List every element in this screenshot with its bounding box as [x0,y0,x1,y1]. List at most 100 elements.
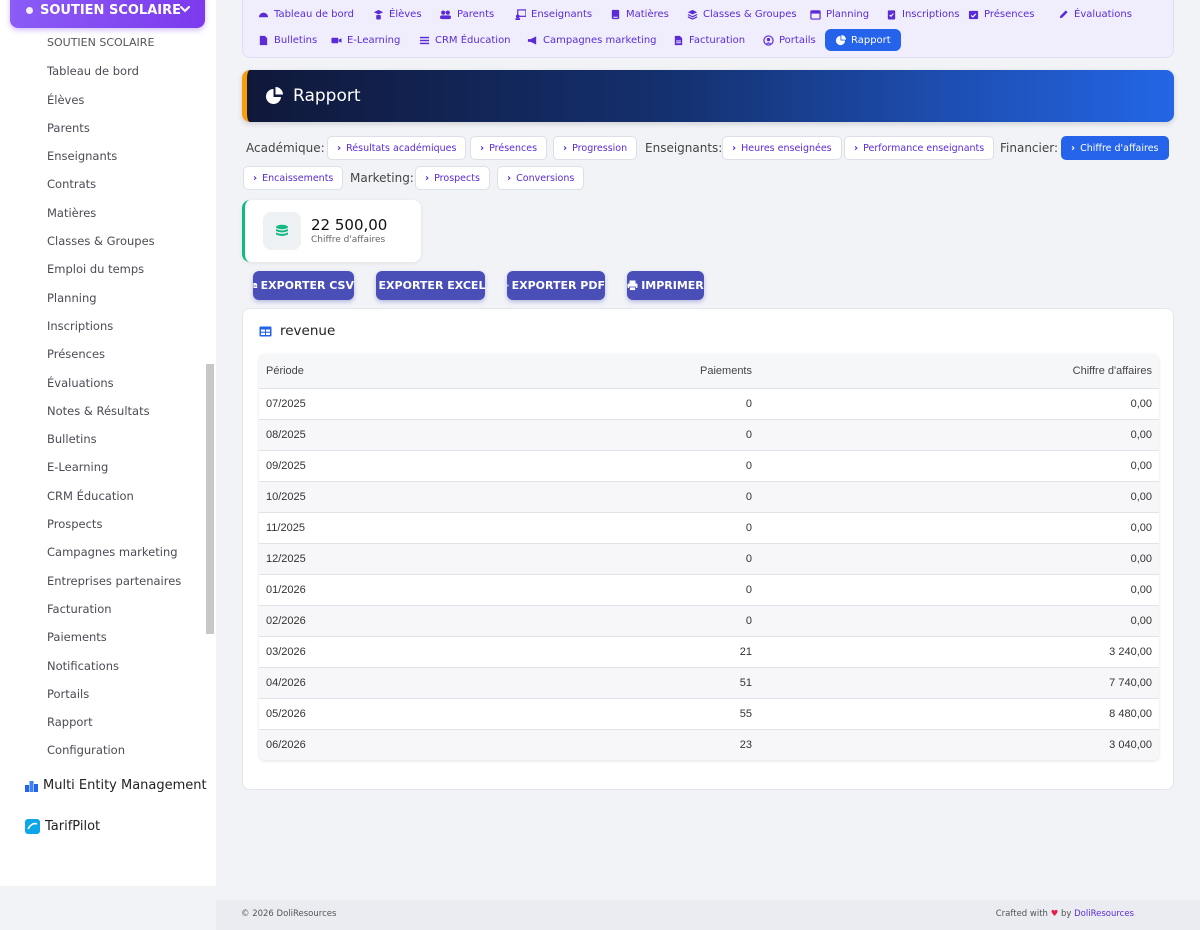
footer-brand-link[interactable]: DoliResources [1074,909,1134,919]
sidebar-item[interactable]: Enseignants [47,142,181,170]
filter-prospects[interactable]: › Prospects [415,166,490,190]
stat-label: Chiffre d'affaires [311,235,386,245]
export-csv-button[interactable]: EXPORTER CSV [253,271,354,300]
cell-paiements: 0 [559,512,759,544]
cell-paiements: 0 [559,543,759,575]
export-excel-button[interactable]: EXPORTER EXCEL [376,271,485,300]
sidebar-item[interactable]: Parents [47,114,181,142]
sidebar-item[interactable]: Matières [47,199,181,227]
sidebar-item[interactable]: Contrats [47,170,181,198]
cell-periode: 03/2026 [259,636,559,668]
table-row: 08/2025 0 0,00 [259,419,1159,451]
sidebar-item[interactable]: E-Learning [47,453,181,481]
chevron-right-icon: › [253,172,258,184]
cell-chiffre-affaires: 0,00 [759,450,1159,482]
sidebar-item[interactable]: Notes & Résultats [47,397,181,425]
sidebar-item[interactable]: Facturation [47,595,181,623]
nav-enseignants[interactable]: Enseignants [515,3,592,25]
filter-heures-enseignees[interactable]: › Heures enseignées [722,136,842,160]
nav-inscriptions[interactable]: Inscriptions [886,3,960,25]
column-paiements[interactable]: Paiements [559,354,759,389]
cell-periode: 01/2026 [259,574,559,606]
nav-presences[interactable]: Présences [968,3,1034,25]
sidebar-item[interactable]: Prospects [47,510,181,538]
table-row: 11/2025 0 0,00 [259,512,1159,544]
sidebar-item[interactable]: Classes & Groupes [47,227,181,255]
printer-icon [627,280,638,291]
filter-presences[interactable]: › Présences [470,136,548,160]
stat-card-revenue: 22 500,00 Chiffre d'affaires [242,200,421,262]
filter-group-marketing: Marketing: [350,171,414,185]
nav-crm-education[interactable]: CRM Éducation [419,29,511,51]
cell-chiffre-affaires: 0,00 [759,481,1159,513]
filter-chiffre-affaires[interactable]: › Chiffre d'affaires [1061,136,1169,160]
nav-eleves[interactable]: Élèves [373,3,422,25]
filter-encaissements[interactable]: › Encaissements [243,166,344,190]
nav-facturation[interactable]: Facturation [673,29,745,51]
sidebar-item[interactable]: Tableau de bord [47,57,181,85]
sidebar-item[interactable]: Portails [47,680,181,708]
cell-paiements: 0 [559,388,759,420]
sidebar-item[interactable]: Emploi du temps [47,255,181,283]
nav-parents[interactable]: Parents [439,3,494,25]
column-chiffre-affaires[interactable]: Chiffre d'affaires [759,354,1159,389]
table-row: 09/2025 0 0,00 [259,450,1159,482]
list-icon [419,36,430,44]
footer-credits: Crafted with ♥ by DoliResources [995,909,1134,919]
nav-bulletins[interactable]: Bulletins [258,29,317,51]
sidebar-item[interactable]: Évaluations [47,369,181,397]
nav-classes-groupes[interactable]: Classes & Groupes [687,3,797,25]
footer-copyright: © 2026 DoliResources [241,909,337,919]
module-title: SOUTIEN SCOLAIRE [40,2,181,18]
nav-campagnes-marketing[interactable]: Campagnes marketing [527,29,657,51]
cell-periode: 05/2026 [259,698,559,730]
sidebar-item[interactable]: CRM Éducation [47,482,181,510]
sidebar-item[interactable]: Inscriptions [47,312,181,340]
filter-conversions[interactable]: › Conversions [497,166,585,190]
filter-performance-enseignants[interactable]: › Performance enseignants [844,136,995,160]
cell-chiffre-affaires: 3 040,00 [759,729,1159,760]
cell-paiements: 51 [559,667,759,699]
chevron-right-icon: › [507,172,512,184]
cell-chiffre-affaires: 0,00 [759,605,1159,637]
column-periode[interactable]: Période [259,354,559,389]
sidebar-item[interactable]: Planning [47,284,181,312]
sidebar-item[interactable]: Campagnes marketing [47,538,181,566]
cell-chiffre-affaires: 3 240,00 [759,636,1159,668]
print-button[interactable]: IMPRIMER [627,271,704,300]
cell-periode: 12/2025 [259,543,559,575]
filter-resultats-academiques[interactable]: › Résultats académiques [327,136,467,160]
sidebar-item[interactable]: Paiements [47,623,181,651]
clipboard-check-icon [887,9,896,20]
calendar-icon [810,9,821,20]
sidebar-item[interactable]: Présences [47,340,181,368]
sidebar-item[interactable]: Configuration [47,736,181,764]
sidebar-item[interactable]: Notifications [47,652,181,680]
sidebar-item[interactable]: Rapport [47,708,181,736]
heart-icon: ♥ [1050,909,1059,919]
cell-periode: 11/2025 [259,512,559,544]
file-csv-icon [253,282,258,289]
nav-rapport[interactable]: Rapport [825,29,901,51]
table-icon [259,326,272,336]
module-toggle-button[interactable]: SOUTIEN SCOLAIRE [10,0,205,28]
nav-e-learning[interactable]: E-Learning [331,29,400,51]
sidebar-item[interactable]: Élèves [47,86,181,114]
sidebar-scrollbar[interactable] [206,364,214,634]
filter-progression[interactable]: › Progression [553,136,638,160]
filter-group-enseignants: Enseignants: [645,141,723,155]
nav-planning[interactable]: Planning [810,3,869,25]
nav-portails[interactable]: Portails [763,29,816,51]
sidebar-section-tarifpilot[interactable]: TarifPilot [25,819,100,834]
megaphone-icon [527,35,537,45]
export-pdf-button[interactable]: EXPORTER PDF [507,271,605,300]
nav-matieres[interactable]: Matières [610,3,669,25]
nav-tableau-de-bord[interactable]: Tableau de bord [258,3,354,25]
nav-evaluations[interactable]: Évaluations [1058,3,1132,25]
sidebar-item[interactable]: Entreprises partenaires [47,567,181,595]
pencil-icon [1059,9,1068,18]
sidebar-section-multi-entity[interactable]: Multi Entity Management [25,778,207,793]
cell-paiements: 0 [559,450,759,482]
table-row: 03/2026 21 3 240,00 [259,636,1159,668]
sidebar-item[interactable]: Bulletins [47,425,181,453]
